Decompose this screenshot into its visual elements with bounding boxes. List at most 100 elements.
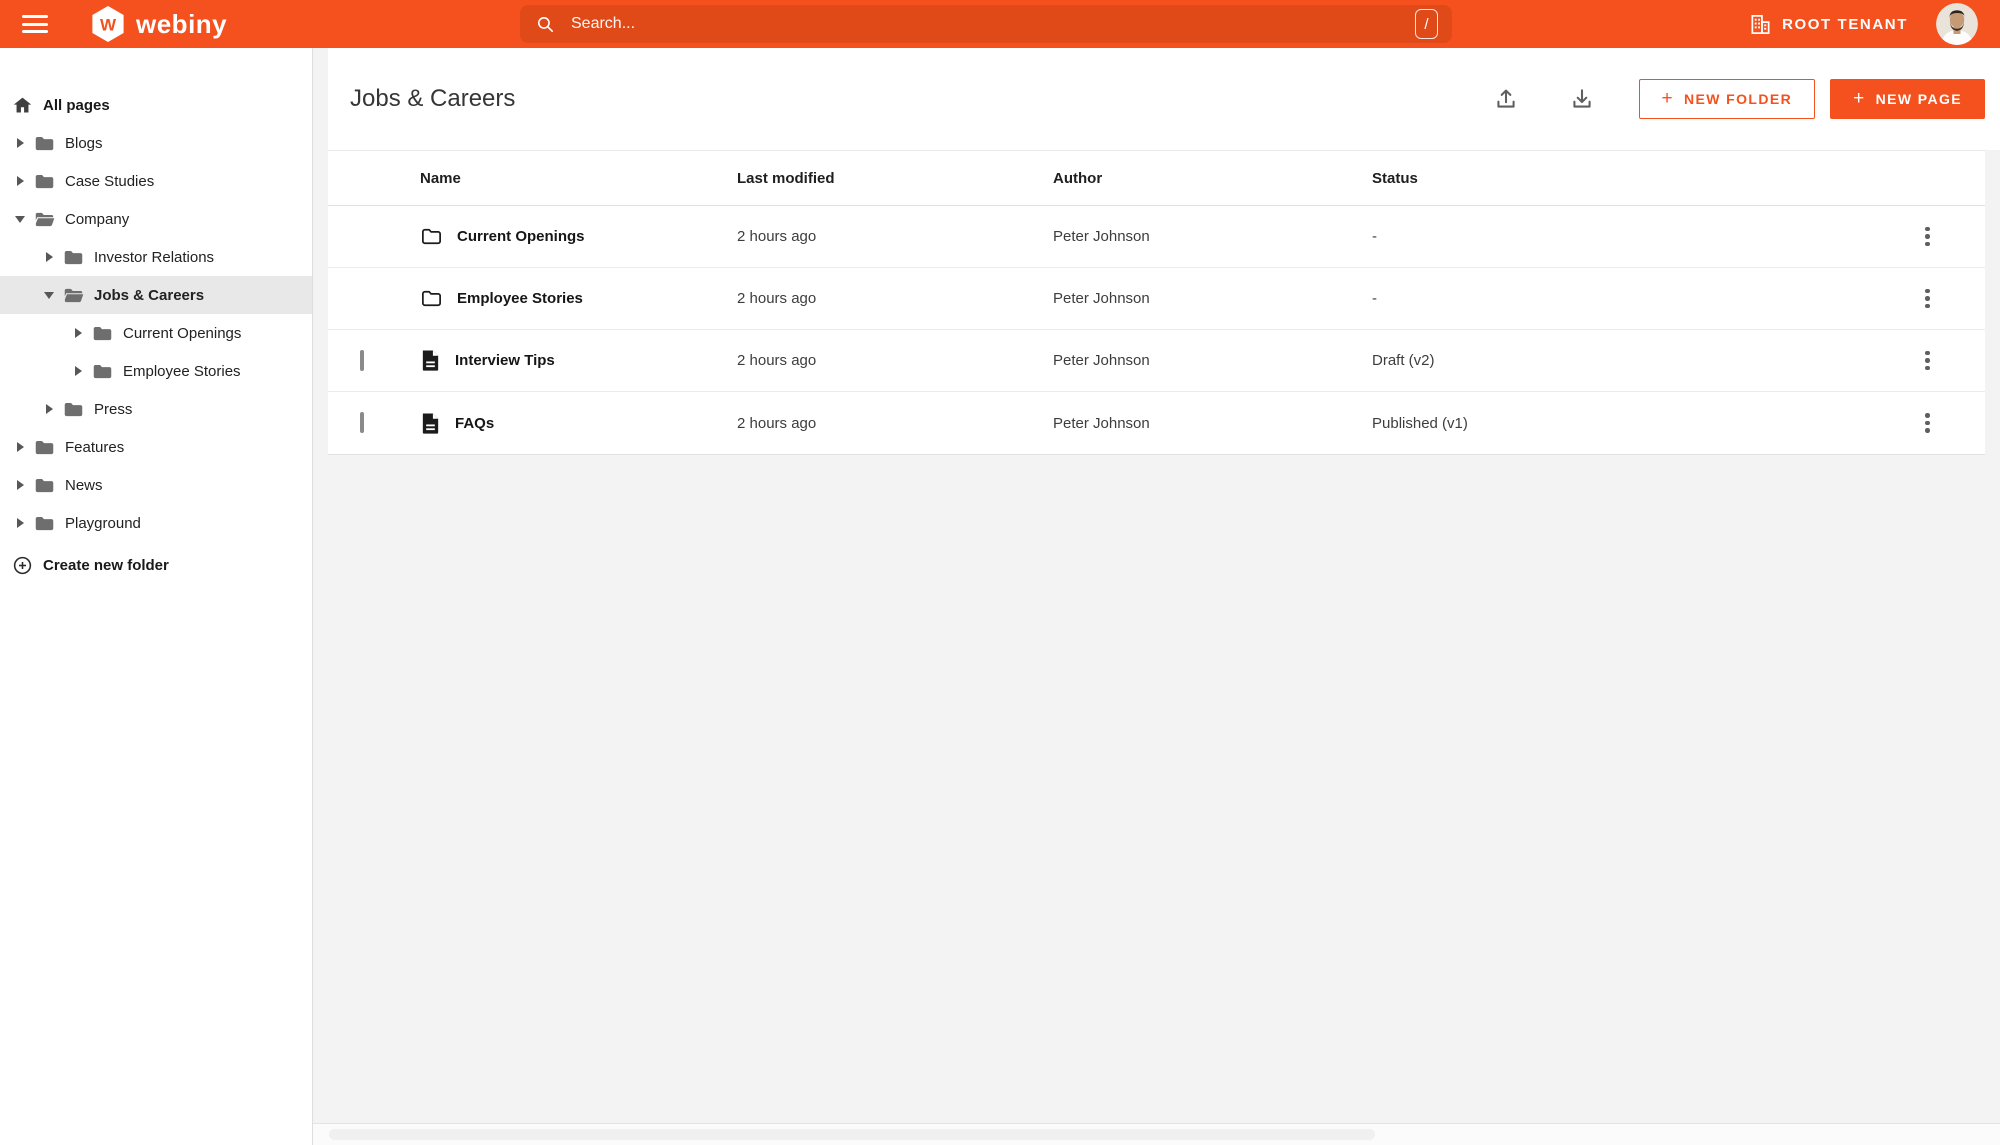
folder-icon [63, 399, 84, 420]
tree-caret-icon[interactable] [43, 252, 55, 262]
row-author: Peter Johnson [1053, 228, 1150, 245]
row-last-modified: 2 hours ago [737, 414, 817, 432]
row-menu-kebab-icon[interactable] [1919, 407, 1936, 439]
sidebar-root-label: All pages [43, 96, 110, 114]
sidebar-item-jobs-careers[interactable]: Jobs & Careers [0, 276, 312, 314]
sidebar-item-press[interactable]: Press [0, 390, 312, 428]
tree-caret-icon[interactable] [14, 518, 26, 528]
import-pages-button[interactable] [1489, 82, 1523, 116]
row-status: - [1372, 290, 1377, 307]
folder-icon [34, 171, 55, 192]
folder-icon [420, 287, 443, 310]
folder-icon [34, 513, 55, 534]
tree-caret-icon[interactable] [14, 138, 26, 148]
folder-icon [34, 209, 55, 230]
row-menu-kebab-icon[interactable] [1919, 221, 1936, 253]
user-avatar[interactable] [1936, 3, 1978, 45]
table-row-faqs[interactable]: FAQs 2 hours ago Peter Johnson Published… [328, 392, 1985, 454]
page-icon [420, 349, 441, 372]
sidebar-item-blogs[interactable]: Blogs [0, 124, 312, 162]
row-last-modified: 2 hours ago [737, 228, 817, 245]
sidebar-item-case-studies[interactable]: Case Studies [0, 162, 312, 200]
sidebar-item-all-pages[interactable]: All pages [0, 86, 312, 124]
sidebar-item-label: Jobs & Careers [94, 286, 205, 304]
row-menu-kebab-icon[interactable] [1919, 345, 1936, 377]
webiny-hexagon-icon: W [92, 6, 124, 42]
sidebar-item-label: Employee Stories [123, 362, 241, 380]
tree-caret-icon[interactable] [14, 442, 26, 452]
row-menu-kebab-icon[interactable] [1919, 283, 1936, 315]
sidebar-item-label: Blogs [65, 134, 103, 152]
tree-caret-icon[interactable] [14, 215, 26, 223]
tree-caret-icon[interactable] [43, 404, 55, 414]
row-checkbox[interactable] [360, 349, 364, 371]
sidebar-item-label: Investor Relations [94, 248, 215, 266]
new-page-button[interactable]: + NEW PAGE [1830, 79, 1985, 119]
sidebar-item-label: News [65, 476, 103, 494]
sidebar-item-playground[interactable]: Playground [0, 504, 312, 542]
sidebar-item-company[interactable]: Company [0, 200, 312, 238]
folder-icon [92, 323, 113, 344]
tree-caret-icon[interactable] [14, 176, 26, 186]
row-last-modified: 2 hours ago [737, 290, 817, 307]
content-header: Jobs & Careers + NEW FOLDER + NEW PAGE [328, 48, 2000, 150]
folder-icon [420, 225, 443, 248]
download-icon [1572, 89, 1591, 108]
page-icon [420, 412, 441, 435]
folder-icon [34, 475, 55, 496]
export-pages-button[interactable] [1565, 82, 1599, 116]
table-header-row: Name Last modified Author Status [328, 151, 1985, 206]
search-input[interactable] [571, 15, 1415, 33]
sidebar-item-investor-relations[interactable]: Investor Relations [0, 238, 312, 276]
sidebar-item-label: Press [94, 400, 133, 418]
tree-caret-icon[interactable] [14, 480, 26, 490]
sidebar-item-employee-stories[interactable]: Employee Stories [0, 352, 312, 390]
page-title: Jobs & Careers [350, 85, 516, 112]
table-row-employee-stories[interactable]: Employee Stories 2 hours ago Peter Johns… [328, 268, 1985, 330]
home-icon [13, 97, 32, 112]
sidebar-item-current-openings[interactable]: Current Openings [0, 314, 312, 352]
row-name[interactable]: Employee Stories [457, 290, 583, 307]
row-status: Published (v1) [1372, 414, 1468, 432]
tenant-name: ROOT TENANT [1782, 15, 1908, 33]
create-new-folder-button[interactable]: Create new folder [0, 546, 312, 584]
hamburger-menu-icon[interactable] [22, 15, 48, 33]
plus-icon: + [1853, 87, 1866, 109]
sidebar-item-news[interactable]: News [0, 466, 312, 504]
column-header-author[interactable]: Author [1053, 170, 1372, 187]
sidebar-item-label: Current Openings [123, 324, 242, 342]
tree-caret-icon[interactable] [72, 366, 84, 376]
row-status: Draft (v2) [1372, 352, 1435, 369]
webiny-logo[interactable]: W webiny [90, 6, 227, 42]
horizontal-scrollbar[interactable] [329, 1129, 1375, 1140]
sidebar-item-features[interactable]: Features [0, 428, 312, 466]
row-checkbox[interactable] [360, 412, 364, 433]
folder-icon [34, 133, 55, 154]
folder-icon [63, 285, 84, 306]
folder-icon [63, 247, 84, 268]
tree-caret-icon[interactable] [43, 291, 55, 299]
column-header-last-modified[interactable]: Last modified [737, 170, 1053, 187]
row-author: Peter Johnson [1053, 352, 1150, 369]
sidebar-item-label: Company [65, 210, 130, 228]
row-author: Peter Johnson [1053, 290, 1150, 307]
create-folder-label: Create new folder [43, 556, 169, 574]
table-row-current-openings[interactable]: Current Openings 2 hours ago Peter Johns… [328, 206, 1985, 268]
upload-icon [1496, 89, 1515, 108]
plus-circle-icon [13, 556, 32, 574]
search-bar[interactable]: / [520, 5, 1452, 43]
row-name[interactable]: FAQs [455, 415, 494, 432]
avatar-photo [1936, 3, 1978, 45]
row-name[interactable]: Interview Tips [455, 352, 555, 369]
sidebar-item-label: Playground [65, 514, 141, 532]
plus-icon: + [1661, 87, 1674, 109]
new-folder-button[interactable]: + NEW FOLDER [1638, 79, 1816, 119]
folder-icon [34, 437, 55, 458]
tenant-selector[interactable]: ROOT TENANT [1749, 13, 1908, 36]
table-row-interview-tips[interactable]: Interview Tips 2 hours ago Peter Johnson… [328, 330, 1985, 392]
column-header-name[interactable]: Name [420, 170, 737, 187]
row-last-modified: 2 hours ago [737, 352, 817, 369]
tree-caret-icon[interactable] [72, 328, 84, 338]
row-name[interactable]: Current Openings [457, 228, 585, 245]
column-header-status[interactable]: Status [1372, 170, 1870, 187]
